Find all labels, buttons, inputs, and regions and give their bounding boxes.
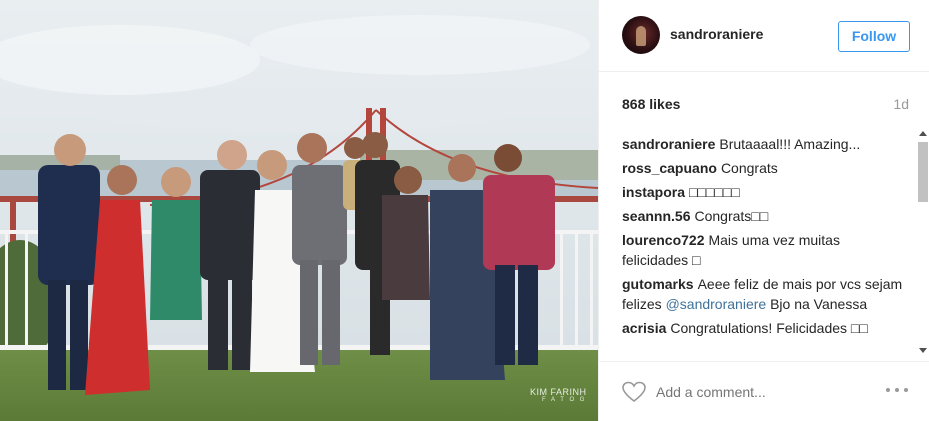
comments-list: sandroraniere Brutaaaal!!! Amazing... ros…	[622, 134, 907, 358]
comment-item: gutomarks Aeee feliz de mais por vcs seja…	[622, 274, 907, 314]
comment-text: □□□□□□	[689, 184, 740, 200]
post-footer	[599, 361, 929, 421]
scroll-down-arrow-icon[interactable]	[919, 348, 927, 353]
comment-username[interactable]: sandroraniere	[622, 136, 715, 152]
post-header: sandroraniere Follow	[599, 0, 929, 72]
heart-icon[interactable]	[622, 381, 646, 403]
comments-scrollbar[interactable]	[917, 128, 929, 356]
comment-text: Congrats□□	[694, 208, 769, 224]
watermark-subtext: F A T O G	[542, 397, 587, 403]
watermark-text: KIM FARINH	[530, 387, 587, 397]
comment-username[interactable]: seannn.56	[622, 208, 690, 224]
comment-username[interactable]: gutomarks	[622, 276, 694, 292]
username-link[interactable]: sandroraniere	[670, 26, 763, 42]
comment-item: instapora □□□□□□	[622, 182, 907, 202]
more-options-icon[interactable]	[886, 388, 912, 396]
comment-item: ross_capuano Congrats	[622, 158, 907, 178]
post-time[interactable]: 1d	[893, 96, 909, 112]
photo-watermark: KIM FARINH F A T O G	[530, 387, 587, 403]
likes-count[interactable]: 868 likes	[622, 96, 680, 112]
comment-text: Congratulations! Felicidades □□	[670, 320, 868, 336]
comment-text: Brutaaaal!!! Amazing...	[719, 136, 861, 152]
follow-button[interactable]: Follow	[838, 21, 910, 52]
avatar[interactable]	[622, 16, 660, 54]
comment-item: sandroraniere Brutaaaal!!! Amazing...	[622, 134, 907, 154]
comment-item: seannn.56 Congrats□□	[622, 206, 907, 226]
comment-text: Congrats	[720, 160, 778, 176]
post-photo[interactable]: KIM FARINH F A T O G	[0, 0, 598, 421]
wedding-group-photo	[0, 0, 598, 421]
comment-username[interactable]: lourenco722	[622, 232, 704, 248]
scroll-up-arrow-icon[interactable]	[919, 131, 927, 136]
scroll-thumb[interactable]	[918, 142, 928, 202]
comment-username[interactable]: acrisia	[622, 320, 666, 336]
add-comment-input[interactable]	[656, 384, 836, 400]
comment-item: acrisia Congratulations! Felicidades □□	[622, 318, 907, 338]
comment-username[interactable]: instapora	[622, 184, 685, 200]
comment-username[interactable]: ross_capuano	[622, 160, 717, 176]
comment-text: Bjo na Vanessa	[766, 296, 868, 312]
comment-item: lourenco722 Mais uma vez muitas felicidad…	[622, 230, 907, 270]
post-side-panel: sandroraniere Follow 868 likes 1d sandro…	[598, 0, 929, 421]
comment-mention-link[interactable]: @sandroraniere	[666, 296, 767, 312]
